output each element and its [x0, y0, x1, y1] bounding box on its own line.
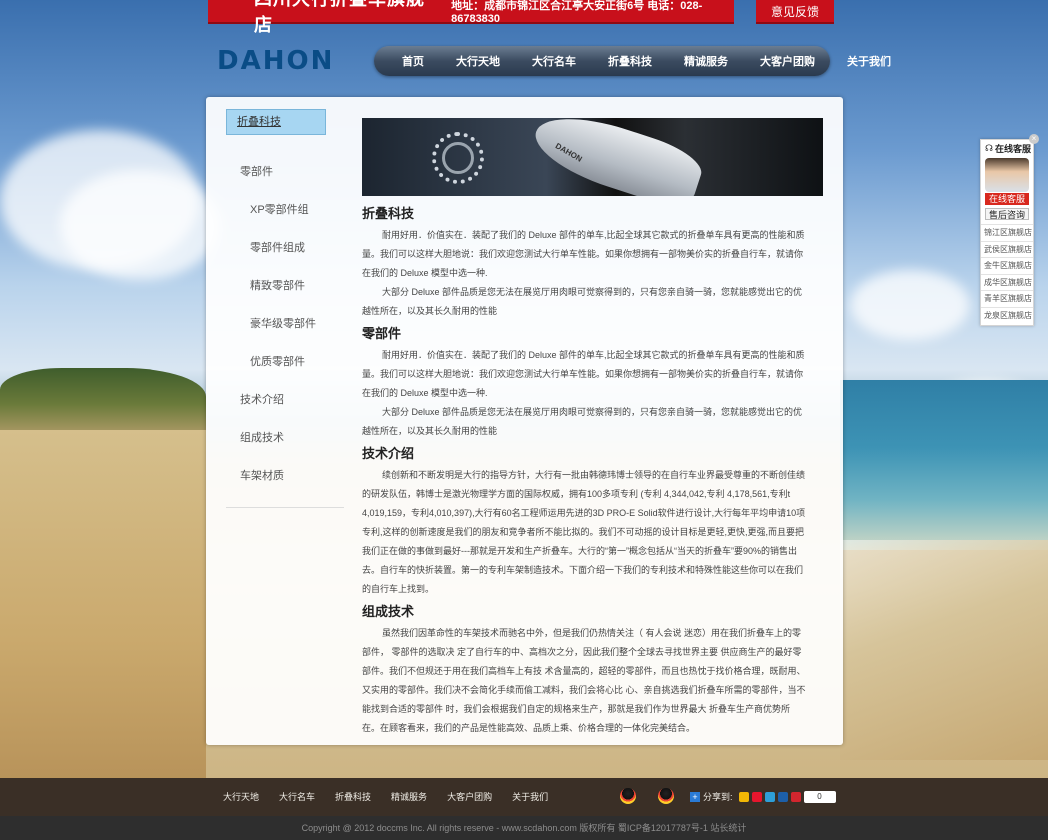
service-agent-avatar	[985, 158, 1029, 192]
shop-name: 四川大行折叠车旗舰店	[254, 0, 424, 35]
section-composition-tech: 组成技术 虽然我们因革命性的车架技术而驰名中外，但是我们仍热情关注（ 有人会说 …	[362, 601, 806, 738]
footer-link[interactable]: 关于我们	[512, 790, 548, 803]
close-icon[interactable]: ×	[1029, 134, 1039, 144]
share-plus-icon[interactable]: +	[690, 791, 700, 802]
section-parts: 零部件 耐用好用．价值实在．装配了我们的 Deluxe 部件的单车,比起全球其它…	[362, 323, 806, 441]
section-title: 折叠科技	[362, 206, 415, 221]
nav-about[interactable]: 关于我们	[831, 53, 907, 69]
section-title: 组成技术	[362, 604, 415, 619]
section-tech-intro: 技术介绍 续创新和不断发明是大行的指导方针，大行有一批由韩德玮博士领导的在自行车…	[362, 443, 806, 599]
background-cloud	[850, 270, 970, 340]
top-banner: 四川大行折叠车旗舰店 地址：成都市锦江区合江亭大安正街6号 电话：028-867…	[208, 0, 734, 35]
store-link[interactable]: 成华区旗舰店	[981, 273, 1033, 291]
section-folding-tech: 折叠科技 耐用好用．价值实在．装配了我们的 Deluxe 部件的单车,比起全球其…	[362, 203, 806, 321]
feedback-button[interactable]: 意见反馈	[756, 0, 834, 24]
section-paragraph: 续创新和不断发明是大行的指导方针，大行有一批由韩德玮博士领导的在自行车业界最受尊…	[362, 470, 806, 594]
footer-link[interactable]: 大行名车	[279, 790, 315, 803]
netease-icon[interactable]	[790, 791, 801, 802]
background-beach	[840, 540, 1048, 760]
store-link[interactable]: 锦江区旗舰店	[981, 224, 1033, 241]
online-service-widget: × ☊ 在线客服 在线客服 售后咨询 锦江区旗舰店 武侯区旗舰店 金牛区旗舰店 …	[980, 134, 1039, 326]
nav-service[interactable]: 精诚服务	[668, 53, 744, 69]
dahon-logo[interactable]: DAHON	[217, 46, 334, 76]
logo-text: DAHON	[217, 46, 335, 76]
shop-address: 地址：成都市锦江区合江亭大安正街6号 电话：028-86783830	[451, 0, 703, 25]
content-panel: 折叠科技 零部件 XP零部件组 零部件组成 精致零部件 豪华级零部件 优质零部件…	[206, 97, 843, 745]
sidebar-item-fine-parts[interactable]: 精致零部件	[226, 267, 346, 305]
saddle-graphic	[526, 118, 708, 196]
share-count: 0	[803, 790, 836, 803]
sidebar-item-parts-composition[interactable]: 零部件组成	[226, 229, 346, 267]
footer: 大行天地 大行名车 折叠科技 精诚服务 大客户团购 关于我们	[0, 778, 1048, 816]
article-content: 折叠科技 耐用好用．价值实在．装配了我们的 Deluxe 部件的单车,比起全球其…	[362, 201, 806, 740]
sidebar-item-folding-tech[interactable]: 折叠科技	[226, 109, 326, 135]
service-title-text: 在线客服	[995, 143, 1032, 154]
copyright-bar: Copyright @ 2012 doccms Inc. All rights …	[0, 816, 1048, 840]
section-paragraph: 耐用好用．价值实在．装配了我们的 Deluxe 部件的单车,比起全球其它款式的折…	[362, 350, 805, 398]
nav-dahon-world[interactable]: 大行天地	[440, 53, 516, 69]
nav-group-buy[interactable]: 大客户团购	[744, 53, 831, 69]
section-paragraph: 虽然我们因革命性的车架技术而驰名中外，但是我们仍热情关注（ 有人会说 迷恋）用在…	[362, 628, 806, 733]
footer-link[interactable]: 大行天地	[223, 790, 259, 803]
chainring-inner-graphic	[442, 142, 474, 174]
main-nav: 首页 大行天地 大行名车 折叠科技 精诚服务 大客户团购 关于我们	[374, 46, 891, 76]
qzone-icon[interactable]	[738, 791, 749, 802]
footer-link[interactable]: 精诚服务	[391, 790, 427, 803]
sidebar-item-frame-material[interactable]: 车架材质	[226, 457, 346, 495]
sidebar-item-xp-parts[interactable]: XP零部件组	[226, 191, 346, 229]
share-bar: + 分享到: 0	[690, 790, 836, 803]
after-sales-button[interactable]: 售后咨询	[985, 208, 1029, 220]
nav-home[interactable]: 首页	[386, 53, 440, 69]
section-paragraph: 耐用好用．价值实在．装配了我们的 Deluxe 部件的单车,比起全球其它款式的折…	[362, 230, 805, 278]
share-label: 分享到:	[703, 792, 733, 802]
hero-banner-image: DAHON	[362, 118, 823, 196]
sidebar-divider	[226, 507, 344, 508]
online-service-button[interactable]: 在线客服	[985, 193, 1029, 205]
sina-weibo-icon[interactable]	[751, 791, 762, 802]
background-sand	[0, 430, 206, 780]
headset-icon: ☊	[985, 142, 993, 153]
sidebar-item-parts[interactable]: 零部件	[226, 153, 346, 191]
sidebar: 折叠科技 零部件 XP零部件组 零部件组成 精致零部件 豪华级零部件 优质零部件…	[226, 109, 346, 509]
sidebar-item-composition-tech[interactable]: 组成技术	[226, 419, 346, 457]
store-link[interactable]: 金牛区旗舰店	[981, 257, 1033, 274]
service-title: ☊ 在线客服	[981, 140, 1033, 156]
section-title: 技术介绍	[362, 446, 415, 461]
nav-folding-tech[interactable]: 折叠科技	[592, 53, 668, 69]
nav-dahon-bikes[interactable]: 大行名车	[516, 53, 592, 69]
footer-link[interactable]: 折叠科技	[335, 790, 371, 803]
renren-icon[interactable]	[777, 791, 788, 802]
sidebar-item-deluxe-parts[interactable]: 豪华级零部件	[226, 305, 346, 343]
store-link[interactable]: 武侯区旗舰店	[981, 240, 1033, 258]
sidebar-item-quality-parts[interactable]: 优质零部件	[226, 343, 346, 381]
qq-icon[interactable]	[620, 788, 636, 804]
section-paragraph: 大部分 Deluxe 部件品质是您无法在展览厅用肉眼可觉察得到的，只有您亲自骑一…	[362, 407, 803, 436]
qq-icon[interactable]	[658, 788, 674, 804]
store-link[interactable]: 龙泉区旗舰店	[981, 306, 1033, 324]
sidebar-item-tech-intro[interactable]: 技术介绍	[226, 381, 346, 419]
footer-link[interactable]: 大客户团购	[447, 790, 492, 803]
store-link[interactable]: 青羊区旗舰店	[981, 290, 1033, 307]
section-paragraph: 大部分 Deluxe 部件品质是您无法在展览厅用肉眼可觉察得到的，只有您亲自骑一…	[362, 287, 803, 316]
background-sea	[840, 380, 1048, 550]
section-title: 零部件	[362, 326, 402, 341]
footer-links: 大行天地 大行名车 折叠科技 精诚服务 大客户团购 关于我们	[223, 790, 568, 803]
tencent-weibo-icon[interactable]	[764, 791, 775, 802]
background-cloud	[60, 170, 220, 280]
